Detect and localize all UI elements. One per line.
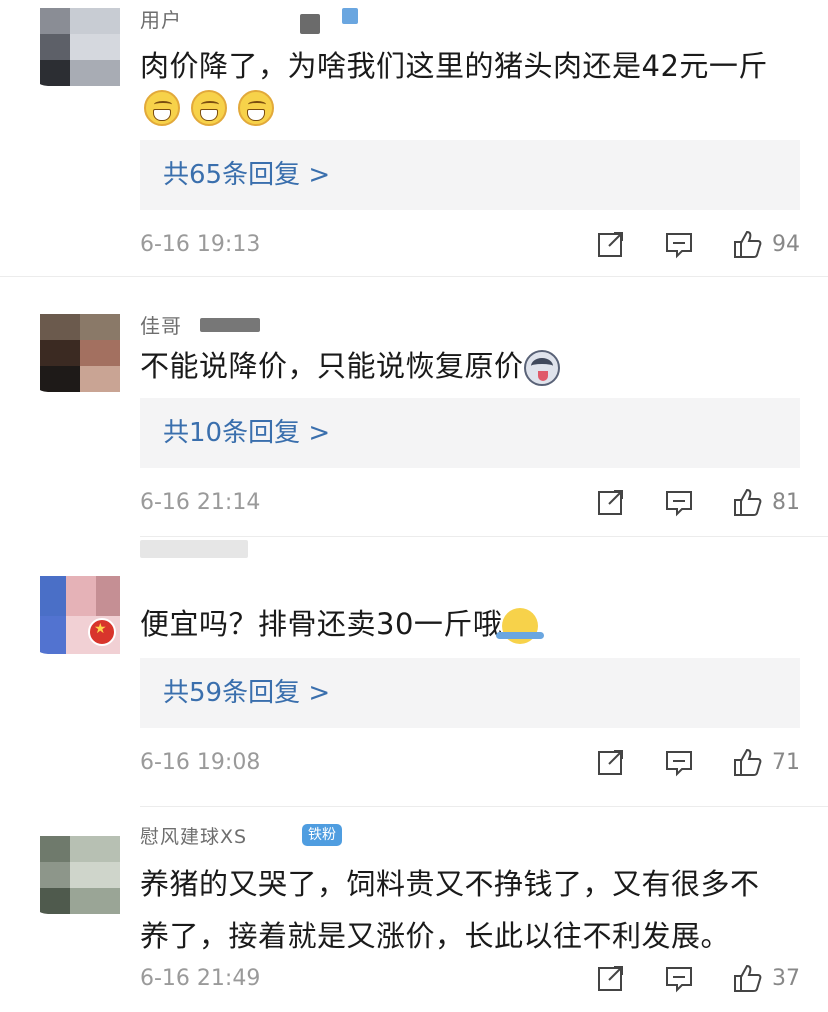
replies-button[interactable]: 共10条回复 > (140, 398, 800, 468)
divider (140, 806, 828, 807)
comment-text: 肉价降了，为啥我们这里的猪头肉还是42元一斤 (140, 40, 798, 92)
comment-text: 不能说降价，只能说恢复原价 (140, 340, 798, 392)
share-icon[interactable] (596, 229, 626, 259)
comment-item: 用户 肉价降了，为啥我们这里的猪头肉还是42元一斤 共65条回复 > 6-16 … (0, 0, 828, 278)
username[interactable]: 用户 (140, 4, 182, 33)
share-icon[interactable] (596, 487, 626, 517)
replies-label: 共59条回复 > (163, 678, 331, 708)
comment-icon[interactable] (664, 963, 694, 993)
thumbs-up-icon[interactable] (732, 747, 762, 777)
shrug-emoji (496, 608, 545, 644)
emoji-row (144, 90, 280, 126)
username[interactable]: 慰风建球XS (140, 822, 247, 849)
fan-badge: 铁粉 (302, 824, 342, 846)
comment-icon[interactable] (664, 487, 694, 517)
avatar[interactable] (30, 836, 120, 914)
comment-actions: 81 (558, 484, 800, 520)
comment-date: 6-16 21:49 (140, 966, 261, 991)
thumbs-up-icon[interactable] (732, 487, 762, 517)
share-icon[interactable] (596, 747, 626, 777)
redacted-name (140, 540, 248, 558)
redacted-name (200, 318, 260, 332)
comment-body: 不能说降价，只能说恢复原价 (140, 349, 524, 383)
thumbs-up-icon[interactable] (732, 963, 762, 993)
comment-item: 便宜吗？排骨还卖30一斤哦 共59条回复 > 6-16 19:08 71 (0, 540, 828, 808)
comment-icon[interactable] (664, 229, 694, 259)
member-icon (342, 8, 358, 24)
verified-badge-icon (88, 618, 116, 646)
avatar[interactable] (30, 314, 120, 392)
comment-actions: 94 (558, 226, 800, 262)
grin-emoji (191, 90, 228, 126)
avatar[interactable] (30, 8, 120, 86)
comment-text: 养猪的又哭了，饲料贵又不挣钱了，又有很多不 养了，接着就是又涨价，长此以往不利发… (140, 858, 798, 962)
redacted-name (300, 14, 320, 34)
grin-emoji (144, 90, 180, 126)
like-count: 94 (772, 231, 800, 257)
comment-body: 便宜吗？排骨还卖30一斤哦 (140, 607, 503, 641)
username[interactable]: 佳哥 (140, 310, 182, 339)
like-count: 71 (772, 749, 800, 775)
comment-body-line: 养猪的又哭了，饲料贵又不挣钱了，又有很多不 (140, 867, 760, 901)
comment-actions: 37 (558, 960, 800, 996)
replies-button[interactable]: 共59条回复 > (140, 658, 800, 728)
comment-text: 便宜吗？排骨还卖30一斤哦 (140, 598, 798, 650)
thumbs-up-icon[interactable] (732, 229, 762, 259)
comment-date: 6-16 19:13 (140, 232, 261, 257)
replies-label: 共65条回复 > (163, 160, 331, 190)
comment-date: 6-16 21:14 (140, 490, 261, 515)
divider (0, 276, 828, 277)
comment-icon[interactable] (664, 747, 694, 777)
grin-emoji (238, 90, 275, 126)
husky-emoji (523, 350, 560, 386)
comment-item: 佳哥 不能说降价，只能说恢复原价 共10条回复 > 6-16 21:14 81 (0, 278, 828, 540)
comment-item: 慰风建球XS 铁粉 养猪的又哭了，饲料贵又不挣钱了，又有很多不 养了，接着就是又… (0, 808, 828, 1012)
comment-date: 6-16 19:08 (140, 750, 261, 775)
like-count: 81 (772, 489, 800, 515)
replies-label: 共10条回复 > (163, 418, 331, 448)
comment-actions: 71 (558, 744, 800, 780)
comment-body: 肉价降了，为啥我们这里的猪头肉还是42元一斤 (140, 49, 768, 83)
divider (140, 536, 828, 537)
share-icon[interactable] (596, 963, 626, 993)
like-count: 37 (772, 965, 800, 991)
comment-body-line: 养了，接着就是又涨价，长此以往不利发展。 (140, 919, 731, 953)
replies-button[interactable]: 共65条回复 > (140, 140, 800, 210)
